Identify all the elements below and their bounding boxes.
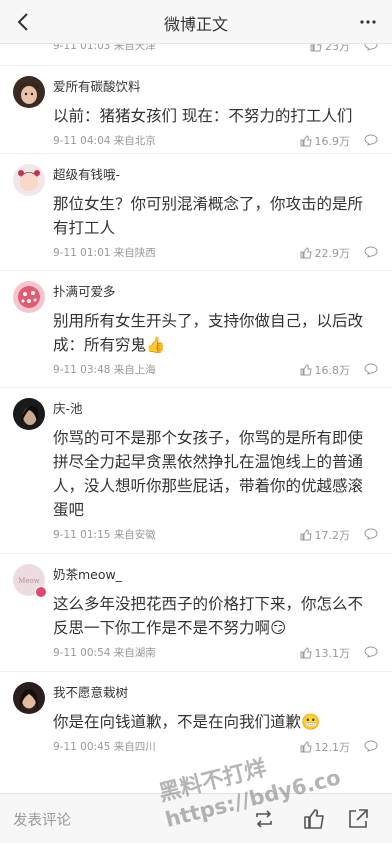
comment-meta: 9-11 00:54 来自湖南 (53, 647, 156, 659)
avatar[interactable] (13, 682, 45, 714)
comment-icon[interactable] (364, 134, 378, 146)
comment-input[interactable]: 发表评论 (13, 809, 71, 830)
like-count[interactable]: 16.8万 (300, 362, 350, 378)
thumb-up-icon (300, 364, 312, 376)
share-icon[interactable] (345, 806, 371, 832)
ellipsis-icon[interactable] (354, 8, 382, 36)
comment-author[interactable]: 超级有钱哦- (53, 164, 120, 183)
avatar[interactable] (13, 398, 45, 430)
comment-author[interactable]: 奶茶meow_ (53, 564, 122, 583)
like-icon[interactable] (301, 806, 327, 832)
comment-text: 别用所有女生开头了，支持你做自己，以后改成：所有穷鬼👍 (53, 312, 364, 354)
avatar[interactable] (13, 164, 45, 196)
like-count[interactable]: 16.9万 (300, 133, 350, 149)
like-count[interactable]: 22.9万 (300, 245, 350, 261)
comment-meta: 9-11 01:15 来自安徽 (53, 529, 156, 541)
comment-list: 9-11 01:03 来自天津 23万 爱所有碳酸饮料 以前：猪猪女孩们 现在：… (0, 35, 392, 771)
comment-meta: 9-11 00:45 来自四川 (53, 741, 156, 753)
comment-item: 超级有钱哦- 那位女生？你可别混淆概念了，你攻击的是所有打工人 9-11 01:… (0, 153, 392, 270)
avatar[interactable] (13, 76, 45, 108)
comment-icon[interactable] (364, 528, 378, 540)
comment-icon[interactable] (364, 246, 378, 258)
thumb-up-icon (300, 529, 312, 541)
comment-item: 扑满可爱多 别用所有女生开头了，支持你做自己，以后改成：所有穷鬼👍 9-11 0… (0, 270, 392, 387)
comment-icon[interactable] (364, 646, 378, 658)
comment-text: 你是在向钱道歉，不是在向我们道歉😬 (53, 713, 321, 731)
comment-meta: 9-11 01:01 来自陕西 (53, 247, 156, 259)
avatar[interactable]: Meow (13, 564, 47, 598)
svg-text:Meow: Meow (18, 577, 40, 585)
comment-meta: 9-11 04:04 来自北京 (53, 135, 156, 147)
vip-badge-icon (35, 586, 47, 598)
comment-author[interactable]: 庆-池 (53, 398, 83, 417)
comment-meta: 9-11 03:48 来自上海 (53, 364, 156, 376)
comment-icon[interactable] (364, 740, 378, 752)
comment-text: 那位女生？你可别混淆概念了，你攻击的是所有打工人 (53, 195, 364, 237)
comment-text: 这么多年没把花西子的价格打下来，你怎么不反思一下你工作是不是不努力啊😏 (53, 595, 364, 637)
thumb-up-icon (300, 647, 312, 659)
comment-text: 以前：猪猪女孩们 现在：不努力的打工人们 (53, 107, 353, 125)
avatar[interactable] (13, 281, 45, 313)
comment-icon[interactable] (364, 363, 378, 375)
like-count[interactable]: 13.1万 (300, 645, 350, 661)
comment-author[interactable]: 爱所有碳酸饮料 (53, 76, 141, 95)
like-count[interactable]: 17.2万 (300, 527, 350, 543)
comment-item: Meow 奶茶meow_ 这么多年没把花西子的价格打下来，你怎么不反思一下你工作… (0, 553, 392, 671)
comment-item: 爱所有碳酸饮料 以前：猪猪女孩们 现在：不努力的打工人们 9-11 04:04 … (0, 65, 392, 153)
comment-author[interactable]: 扑满可爱多 (53, 281, 116, 300)
page-title: 微博正文 (163, 15, 228, 34)
thumb-up-icon (300, 247, 312, 259)
comment-text: 你骂的可不是那个女孩子，你骂的是所有即使拼尽全力起早贪黑依然挣扎在温饱线上的普通… (53, 429, 364, 519)
thumb-up-icon (300, 135, 312, 147)
comment-author[interactable]: 我不愿意栽树 (53, 682, 128, 701)
top-bar: 微博正文 (0, 0, 392, 44)
comment-item: 庆-池 你骂的可不是那个女孩子，你骂的是所有即使拼尽全力起早贪黑依然挣扎在温饱线… (0, 387, 392, 553)
